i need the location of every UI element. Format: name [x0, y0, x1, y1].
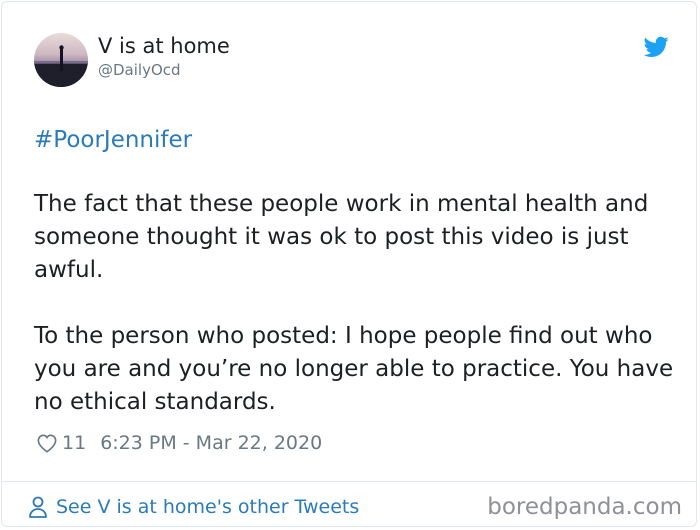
heart-icon[interactable] [36, 433, 58, 453]
tweet-card: V is at home @DailyOcd #PoorJennifer The… [1, 1, 697, 527]
other-tweets-label[interactable]: See V is at home's other Tweets [56, 496, 359, 518]
person-icon [29, 496, 47, 518]
avatar[interactable] [34, 33, 88, 87]
tweet-text: The fact that these people work in menta… [34, 188, 674, 452]
display-name[interactable]: V is at home [98, 34, 230, 58]
like-count[interactable]: 11 [62, 432, 86, 454]
other-tweets-link[interactable]: See V is at home's other Tweets [28, 493, 359, 521]
divider [2, 481, 696, 482]
tweet-meta: 11 6:23 PM - Mar 22, 2020 [36, 431, 322, 455]
timestamp[interactable]: 6:23 PM - Mar 22, 2020 [100, 432, 322, 454]
user-handle[interactable]: @DailyOcd [98, 61, 181, 79]
watermark: boredpanda.com [487, 494, 682, 520]
twitter-bird-icon[interactable] [644, 36, 669, 58]
tweet-paragraph: To the person who posted: I hope people … [34, 323, 674, 415]
hashtag-link[interactable]: #PoorJennifer [34, 126, 192, 154]
tweet-paragraph: The fact that these people work in menta… [34, 191, 649, 283]
